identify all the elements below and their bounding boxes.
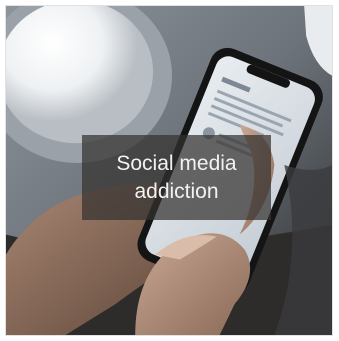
card-caption-overlay: Social media addiction [82, 135, 271, 220]
card-caption: Social media addiction [116, 151, 237, 203]
article-card[interactable]: Social media addiction [5, 5, 333, 336]
